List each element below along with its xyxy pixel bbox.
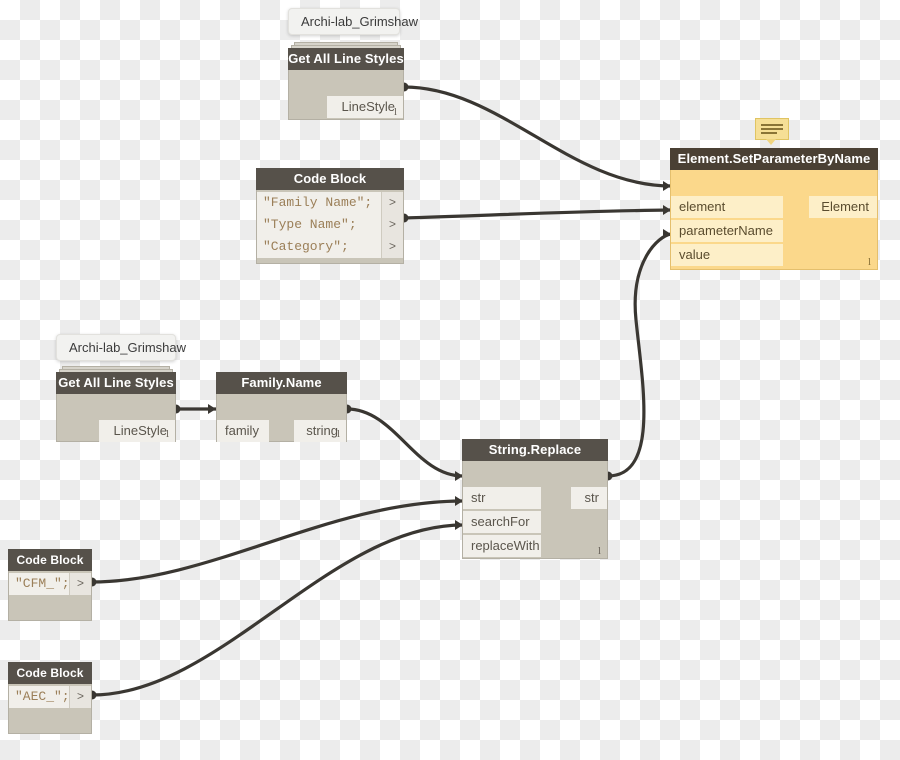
node-element-set-parameter-by-name[interactable]: Element.SetParameterByName element param… [670,148,878,270]
node-body-string-replace: str searchFor replaceWith str l [462,461,608,559]
wire-cfm-to-searchfor [90,499,465,584]
node-body-code-block-1: "Family Name"; "Type Name"; "Category"; … [256,190,404,264]
code-block-output-3[interactable]: > [381,236,403,258]
note-bubble-tail [766,139,776,145]
code-block-cfm-output-1[interactable]: > [69,573,91,595]
node-body-get-all-line-styles-1: LineStyle l [288,70,404,120]
output-port-str[interactable]: str [571,487,607,509]
package-label-archilab-2: Archi-lab_Grimshaw [56,334,186,361]
note-line-3 [761,132,777,134]
node-body-element-set-parameter-by-name: element parameterName value Element l [670,170,878,270]
node-title-string-replace: String.Replace [462,439,608,461]
input-port-value[interactable]: value [671,244,783,266]
input-port-str[interactable]: str [463,487,541,509]
input-port-family[interactable]: family [217,420,269,442]
package-label-archilab-1: Archi-lab_Grimshaw [288,8,418,35]
node-code-block-cfm[interactable]: Code Block "CFM_"; > [8,549,92,621]
lacing-indicator-6[interactable]: l [598,545,601,557]
node-code-block-aec[interactable]: Code Block "AEC_"; > [8,662,92,734]
output-port-element[interactable]: Element [809,196,877,218]
code-block-aec-output-1[interactable]: > [69,686,91,708]
code-block-line-1[interactable]: "Family Name"; [257,192,381,214]
wire-linestyle1-to-element [402,85,673,188]
node-title-family-name: Family.Name [216,372,347,394]
wire-codeblock-to-parametername [402,208,673,220]
node-title-get-all-line-styles-2: Get All Line Styles [56,372,176,394]
node-body-family-name: family string l [216,394,347,442]
output-port-linestyle-1[interactable]: LineStyle [327,96,403,118]
node-body-code-block-aec: "AEC_"; > [8,684,92,734]
node-get-all-line-styles-1[interactable]: Get All Line Styles LineStyle l [288,42,404,120]
note-line-2 [761,128,783,130]
lacing-indicator-1[interactable]: l [394,106,397,118]
input-port-parametername[interactable]: parameterName [671,220,783,242]
node-code-block-1[interactable]: Code Block "Family Name"; "Type Name"; "… [256,168,404,264]
code-block-line-3[interactable]: "Category"; [257,236,381,258]
node-get-all-line-styles-2[interactable]: Get All Line Styles LineStyle l [56,366,176,442]
output-port-linestyle-2[interactable]: LineStyle [99,420,175,442]
note-line-1 [761,124,783,126]
wire-stringreplace-to-value [606,232,673,478]
node-title-element-set-parameter-by-name: Element.SetParameterByName [670,148,878,170]
code-block-output-2[interactable]: > [381,214,403,236]
input-port-replacewith[interactable]: replaceWith [463,535,541,557]
code-block-line-2[interactable]: "Type Name"; [257,214,381,236]
lacing-indicator-3[interactable]: l [868,256,871,268]
node-body-get-all-line-styles-2: LineStyle l [56,394,176,442]
node-title-get-all-line-styles-1: Get All Line Styles [288,48,404,70]
dynamo-canvas[interactable]: Archi-lab_Grimshaw Get All Line Styles L… [0,0,900,760]
wire-familyname-to-str [345,407,465,478]
code-block-output-1[interactable]: > [381,192,403,214]
node-title-code-block-1: Code Block [256,168,404,190]
input-port-searchfor[interactable]: searchFor [463,511,541,533]
input-port-element[interactable]: element [671,196,783,218]
code-block-aec-line-1[interactable]: "AEC_"; [9,686,71,708]
code-block-cfm-line-1[interactable]: "CFM_"; [9,573,71,595]
wire-aec-to-replacewith [90,523,465,697]
note-bubble-icon[interactable] [755,118,789,145]
lacing-indicator-4[interactable]: l [166,428,169,440]
node-body-code-block-cfm: "CFM_"; > [8,571,92,621]
lacing-indicator-5[interactable]: l [337,428,340,440]
node-string-replace[interactable]: String.Replace str searchFor replaceWith… [462,439,608,559]
node-family-name[interactable]: Family.Name family string l [216,372,347,442]
node-title-code-block-cfm: Code Block [8,549,92,571]
node-title-code-block-aec: Code Block [8,662,92,684]
